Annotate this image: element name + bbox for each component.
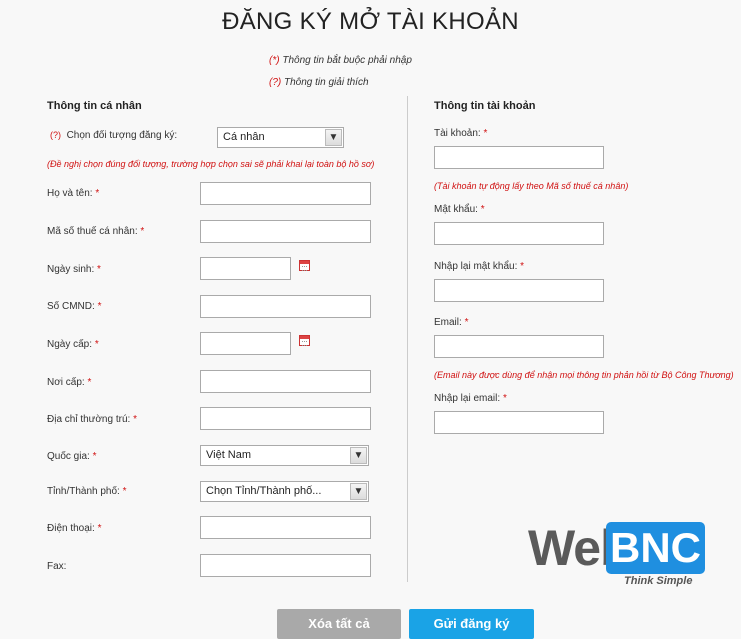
- email-hint: (Email này được dùng để nhận mọi thông t…: [434, 370, 734, 380]
- required-star: *: [97, 264, 101, 275]
- tax-code-label-text: Mã số thuế cá nhân:: [47, 226, 138, 237]
- required-star: *: [95, 188, 100, 199]
- password-label-text: Mật khẩu:: [434, 204, 478, 215]
- calendar-icon[interactable]: [299, 335, 310, 346]
- phone-label: Điện thoại: *: [47, 523, 102, 534]
- id-number-input[interactable]: [200, 295, 371, 318]
- tax-code-label: Mã số thuế cá nhân: *: [47, 226, 144, 237]
- required-star: *: [94, 339, 99, 350]
- subject-label: (?) Chọn đối tượng đăng ký:: [50, 130, 177, 141]
- required-star: *: [97, 523, 102, 534]
- username-label-text: Tài khoản:: [434, 128, 481, 139]
- required-note: (*) Thông tin bắt buộc phải nhập: [269, 55, 412, 66]
- fullname-input[interactable]: [200, 182, 371, 205]
- required-note-mark: (*): [269, 55, 280, 66]
- email-confirm-label-text: Nhập lại email:: [434, 393, 501, 404]
- subject-select[interactable]: Cá nhân ▼: [217, 127, 344, 148]
- subject-select-value: Cá nhân: [223, 131, 265, 143]
- province-select[interactable]: Chọn Tỉnh/Thành phố... ▼: [200, 481, 369, 502]
- country-label-text: Quốc gia:: [47, 451, 90, 462]
- clear-all-button[interactable]: Xóa tất cả: [277, 609, 401, 639]
- account-info-heading: Thông tin tài khoản: [434, 100, 536, 112]
- id-number-label-text: Số CMND:: [47, 301, 95, 312]
- required-star: *: [122, 486, 127, 497]
- country-label: Quốc gia: *: [47, 451, 97, 462]
- email-confirm-label: Nhập lại email: *: [434, 393, 507, 404]
- phone-label-text: Điện thoại:: [47, 523, 95, 534]
- fax-input[interactable]: [200, 554, 371, 577]
- required-star: *: [483, 128, 488, 139]
- phone-input[interactable]: [200, 516, 371, 539]
- tax-code-input[interactable]: [200, 220, 371, 243]
- logo-bnc-text: BNC: [610, 524, 701, 571]
- issue-date-label: Ngày cấp: *: [47, 339, 99, 350]
- explain-note: (?) Thông tin giải thích: [269, 77, 369, 88]
- explain-note-text: Thông tin giải thích: [281, 77, 369, 88]
- required-star: *: [97, 301, 102, 312]
- issue-place-label-text: Nơi cấp:: [47, 377, 85, 388]
- country-select-value: Việt Nam: [206, 449, 252, 461]
- province-select-value: Chọn Tỉnh/Thành phố...: [206, 485, 322, 497]
- password-confirm-label-text: Nhập lại mật khẩu:: [434, 261, 518, 272]
- logo-tagline: Think Simple: [624, 575, 693, 587]
- address-label: Địa chỉ thường trú: *: [47, 414, 137, 425]
- username-label: Tài khoản: *: [434, 128, 487, 139]
- issue-place-input[interactable]: [200, 370, 371, 393]
- required-star: *: [520, 261, 525, 272]
- dob-label-text: Ngày sinh:: [47, 264, 95, 275]
- fullname-label: Họ và tên: *: [47, 188, 99, 199]
- personal-info-heading: Thông tin cá nhân: [47, 100, 142, 112]
- email-label: Email: *: [434, 317, 468, 328]
- calendar-icon[interactable]: [299, 260, 310, 271]
- username-input[interactable]: [434, 146, 604, 169]
- fax-label: Fax:: [47, 561, 66, 572]
- email-confirm-input[interactable]: [434, 411, 604, 434]
- required-star: *: [133, 414, 137, 425]
- required-note-text: Thông tin bắt buộc phải nhập: [279, 55, 412, 66]
- page-title: ĐĂNG KÝ MỞ TÀI KHOẢN: [222, 8, 519, 35]
- issue-place-label: Nơi cấp: *: [47, 377, 91, 388]
- chevron-down-icon: ▼: [325, 129, 342, 146]
- fax-label-text: Fax:: [47, 561, 67, 572]
- required-star: *: [464, 317, 469, 328]
- issue-date-input[interactable]: [200, 332, 291, 355]
- chevron-down-icon: ▼: [350, 447, 367, 464]
- required-star: *: [92, 451, 97, 462]
- required-star: *: [480, 204, 485, 215]
- submit-button[interactable]: Gửi đăng ký: [409, 609, 534, 639]
- password-input[interactable]: [434, 222, 604, 245]
- password-confirm-label: Nhập lại mật khẩu: *: [434, 261, 524, 272]
- dob-label: Ngày sinh: *: [47, 264, 101, 275]
- province-label: Tỉnh/Thành phố: *: [47, 486, 127, 497]
- column-divider: [407, 96, 408, 582]
- chevron-down-icon: ▼: [350, 483, 367, 500]
- address-input[interactable]: [200, 407, 371, 430]
- required-star: *: [502, 393, 507, 404]
- subject-help-icon[interactable]: (?): [50, 130, 61, 140]
- explain-note-mark: (?): [269, 77, 282, 88]
- required-star: *: [140, 226, 145, 237]
- id-number-label: Số CMND: *: [47, 301, 101, 312]
- dob-input[interactable]: [200, 257, 291, 280]
- password-label: Mật khẩu: *: [434, 204, 485, 215]
- email-input[interactable]: [434, 335, 604, 358]
- username-hint: (Tài khoản tự động lấy theo Mã số thuế c…: [434, 181, 629, 191]
- subject-label-text: Chọn đối tượng đăng ký:: [66, 130, 178, 141]
- country-select[interactable]: Việt Nam ▼: [200, 445, 369, 466]
- subject-hint: (Đề nghị chọn đúng đối tượng, trường hợp…: [47, 159, 375, 169]
- email-label-text: Email:: [434, 317, 462, 328]
- issue-date-label-text: Ngày cấp:: [47, 339, 93, 350]
- province-label-text: Tỉnh/Thành phố:: [47, 486, 120, 497]
- required-star: *: [87, 377, 92, 388]
- fullname-label-text: Họ và tên:: [47, 188, 93, 199]
- password-confirm-input[interactable]: [434, 279, 604, 302]
- address-label-text: Địa chỉ thường trú:: [47, 414, 131, 425]
